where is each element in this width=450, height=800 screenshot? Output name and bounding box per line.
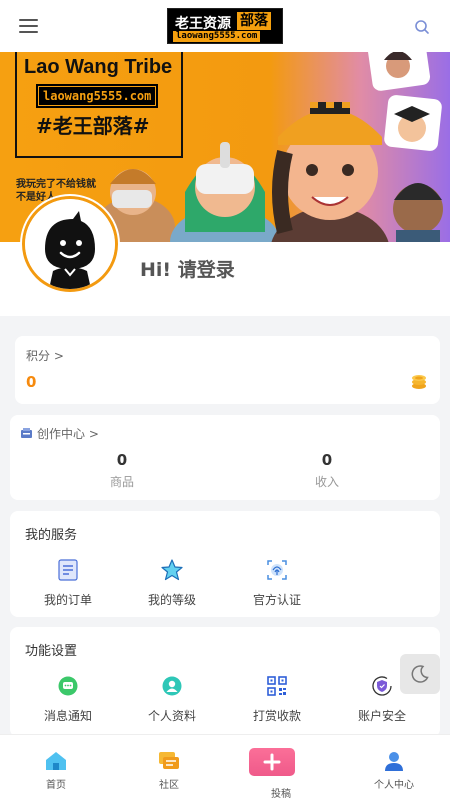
stat-income-label: 收入 <box>314 475 339 489</box>
service-verify[interactable]: 官方认证 <box>225 557 329 608</box>
site-logo[interactable]: 老王资源 部落 laowang5555.com <box>167 8 283 44</box>
logo-url: laowang5555.com <box>173 31 261 42</box>
tab-profile-label: 个人中心 <box>374 780 414 791</box>
shield-icon <box>372 676 392 696</box>
order-icon <box>58 559 78 581</box>
stat-income[interactable]: 0 收入 <box>267 451 387 490</box>
tab-post[interactable]: 投稿 <box>225 735 337 800</box>
logo-badge: 部落 <box>237 12 271 30</box>
stat-products[interactable]: 0 商品 <box>62 451 182 490</box>
dark-mode-toggle[interactable] <box>400 654 440 694</box>
user-icon <box>385 752 403 771</box>
stat-products-label: 商品 <box>109 475 134 489</box>
setting-tips-label: 打赏收款 <box>252 709 301 723</box>
post-icon <box>249 748 295 776</box>
qrcode-icon <box>267 676 287 696</box>
tab-community-label: 社区 <box>159 780 179 791</box>
settings-card: 功能设置 消息通知 个人资料 打赏收款 账户安全 <box>10 627 440 737</box>
service-level[interactable]: 我的等级 <box>120 557 224 608</box>
settings-title: 功能设置 <box>25 644 78 659</box>
avatar[interactable] <box>22 196 118 292</box>
star-icon <box>161 559 183 581</box>
creation-center-label: 创作中心 > <box>37 427 99 441</box>
stat-products-value: 0 <box>116 451 128 469</box>
setting-messages-label: 消息通知 <box>43 709 92 723</box>
points-label[interactable]: 积分 > <box>26 347 64 364</box>
fingerprint-icon <box>267 560 287 580</box>
setting-messages[interactable]: 消息通知 <box>16 673 120 724</box>
services-title: 我的服务 <box>25 528 78 543</box>
points-card[interactable]: 积分 > 0 <box>15 336 440 404</box>
creation-center-link[interactable]: 创作中心 > <box>20 425 99 442</box>
setting-security-label: 账户安全 <box>357 709 406 723</box>
setting-profile-label: 个人资料 <box>147 709 196 723</box>
my-services-card: 我的服务 我的订单 我的等级 官方认证 <box>10 511 440 617</box>
stat-income-value: 0 <box>321 451 333 469</box>
creation-icon <box>21 428 32 438</box>
tab-profile[interactable]: 个人中心 <box>338 735 450 800</box>
default-avatar-icon <box>25 199 115 289</box>
service-orders-label: 我的订单 <box>43 593 92 607</box>
tab-community[interactable]: 社区 <box>113 735 225 800</box>
bottom-tab-bar: 首页 社区 投稿 个人中心 <box>0 734 450 800</box>
profile-icon <box>162 676 182 696</box>
tab-home-label: 首页 <box>46 780 66 791</box>
setting-tips[interactable]: 打赏收款 <box>225 673 329 724</box>
tab-post-label: 投稿 <box>271 789 291 800</box>
service-level-label: 我的等级 <box>147 593 196 607</box>
service-verify-label: 官方认证 <box>252 593 301 607</box>
logo-text: 老王资源 <box>175 16 231 32</box>
setting-profile[interactable]: 个人资料 <box>120 673 224 724</box>
home-icon <box>46 752 66 770</box>
tab-home[interactable]: 首页 <box>0 735 112 800</box>
message-icon <box>58 676 78 696</box>
service-orders[interactable]: 我的订单 <box>16 557 120 608</box>
top-bar: 老王资源 部落 laowang5555.com <box>0 0 450 52</box>
search-icon[interactable] <box>414 19 430 35</box>
moon-icon <box>411 665 429 683</box>
community-icon <box>159 752 179 769</box>
creation-center-card: 创作中心 > 0 商品 0 收入 <box>10 415 440 500</box>
menu-icon[interactable] <box>19 18 39 34</box>
coin-icon <box>412 375 426 389</box>
login-link[interactable]: Hi! 请登录 <box>140 255 235 282</box>
points-value: 0 <box>26 373 37 391</box>
